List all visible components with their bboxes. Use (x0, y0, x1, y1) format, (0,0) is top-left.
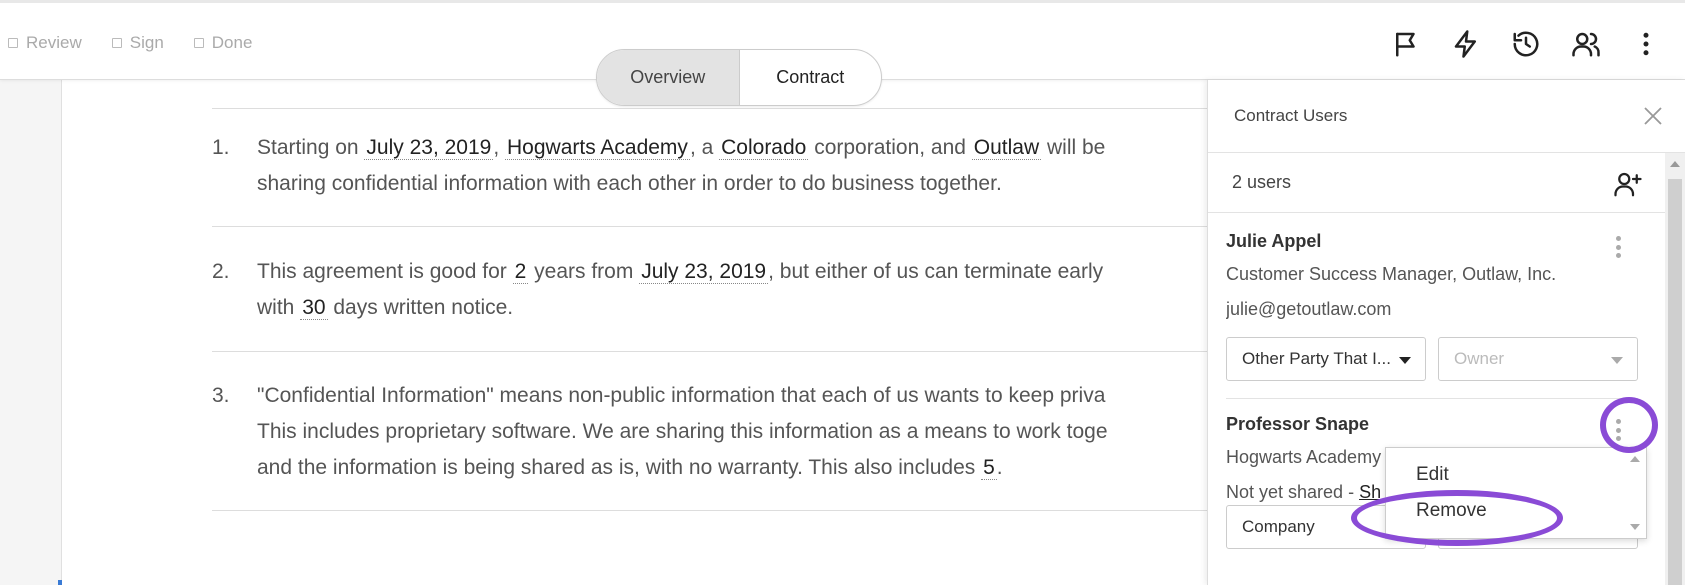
user-name: Julie Appel (1226, 231, 1322, 251)
scroll-up-icon (1630, 456, 1640, 462)
view-toggle: Overview Contract (596, 49, 882, 106)
clause-text: days written notice. (327, 296, 514, 319)
share-link[interactable]: Sh (1359, 482, 1381, 502)
user-divider (1226, 398, 1638, 399)
field-other-party[interactable]: Outlaw (971, 136, 1042, 160)
clause-text: , (493, 136, 506, 159)
clause-text: will be (1041, 136, 1106, 159)
user-email: julie@getoutlaw.com (1226, 299, 1392, 319)
workflow-steps: Review Sign Done (8, 33, 252, 53)
scroll-down-icon (1630, 524, 1640, 530)
step-label: Sign (129, 33, 164, 52)
clause-text: This includes proprietary software. We a… (257, 420, 1108, 443)
share-status: Not yet shared - (1226, 482, 1360, 502)
clause-divider (212, 108, 1212, 109)
panel-header: Contract Users (1208, 80, 1685, 153)
field-state[interactable]: Colorado (719, 136, 809, 160)
clause-divider (212, 510, 1212, 511)
clause-number: 3. (212, 384, 230, 407)
clause-number: 1. (212, 136, 230, 159)
field-inclusions[interactable]: 5 (981, 456, 997, 480)
clause-text: Starting on (257, 136, 365, 159)
user-context-menu: Edit Remove (1385, 447, 1647, 539)
user-count: 2 users (1232, 172, 1292, 192)
clause-divider (212, 351, 1212, 352)
tab-overview[interactable]: Overview (597, 50, 740, 105)
user-name: Professor Snape (1226, 414, 1370, 434)
clause-text: with (257, 296, 301, 319)
clause-text: and the information is being shared as i… (257, 456, 982, 479)
lightning-icon[interactable] (1447, 25, 1485, 63)
checkbox-icon (8, 38, 18, 48)
chevron-down-icon (1399, 357, 1411, 364)
user-menu-icon[interactable] (1608, 233, 1628, 261)
clause-text: . (996, 456, 1003, 479)
step-review[interactable]: Review (8, 33, 82, 53)
field-party-name[interactable]: Hogwarts Academy (505, 136, 690, 160)
field-effective-date[interactable]: July 23, 2019 (364, 136, 494, 160)
party-select[interactable]: Other Party That I... (1226, 337, 1426, 381)
add-user-icon[interactable] (1613, 169, 1643, 199)
scroll-up-icon[interactable] (1670, 161, 1680, 167)
left-gutter (0, 80, 62, 585)
panel-scrollbar[interactable] (1665, 153, 1685, 585)
clause-text: "Confidential Information" means non-pub… (257, 384, 1106, 407)
select-value: Other Party That I... (1242, 349, 1391, 368)
user-menu-icon[interactable] (1608, 416, 1628, 444)
tab-contract[interactable]: Contract (740, 50, 882, 105)
clause-text: , a (689, 136, 720, 159)
scrollbar-thumb[interactable] (1668, 179, 1682, 585)
clause-text: sharing confidential information with ea… (257, 172, 1002, 195)
user-title: Customer Success Manager, Outlaw, Inc. (1226, 264, 1557, 284)
user-count-row: 2 users (1208, 153, 1685, 213)
select-value: Owner (1454, 349, 1505, 368)
field-effective-date[interactable]: July 23, 2019 (639, 260, 769, 284)
role-select: Owner (1438, 337, 1638, 381)
close-icon[interactable] (1641, 104, 1665, 128)
field-term-years[interactable]: 2 (512, 260, 529, 284)
user-card: Julie Appel Customer Success Manager, Ou… (1226, 231, 1638, 320)
step-label: Done (211, 33, 253, 52)
select-value: Company (1242, 517, 1315, 536)
clause-text: This agreement is good for (257, 260, 513, 283)
history-icon[interactable] (1507, 25, 1545, 63)
step-sign[interactable]: Sign (111, 33, 164, 53)
menu-item-remove[interactable]: Remove (1416, 500, 1487, 522)
checkbox-icon (111, 38, 122, 48)
clause-text: corporation, and (808, 136, 972, 159)
step-label: Review (26, 33, 82, 52)
step-done[interactable]: Done (193, 33, 253, 53)
clause-text: years from (528, 260, 640, 283)
chevron-down-icon (1611, 357, 1623, 364)
users-icon[interactable] (1556, 25, 1616, 83)
menu-item-edit[interactable]: Edit (1416, 464, 1449, 486)
field-notice-days[interactable]: 30 (300, 296, 328, 320)
contract-document: 1. Starting on July 23, 2019, Hogwarts A… (62, 80, 1212, 585)
flag-icon[interactable] (1387, 25, 1425, 63)
clause-number: 2. (212, 260, 230, 283)
more-vertical-icon[interactable] (1627, 25, 1665, 63)
clause-divider (212, 226, 1212, 227)
panel-title: Contract Users (1234, 106, 1348, 125)
clause-text: , but either of us can terminate early (768, 260, 1104, 283)
checkbox-icon (193, 38, 204, 48)
